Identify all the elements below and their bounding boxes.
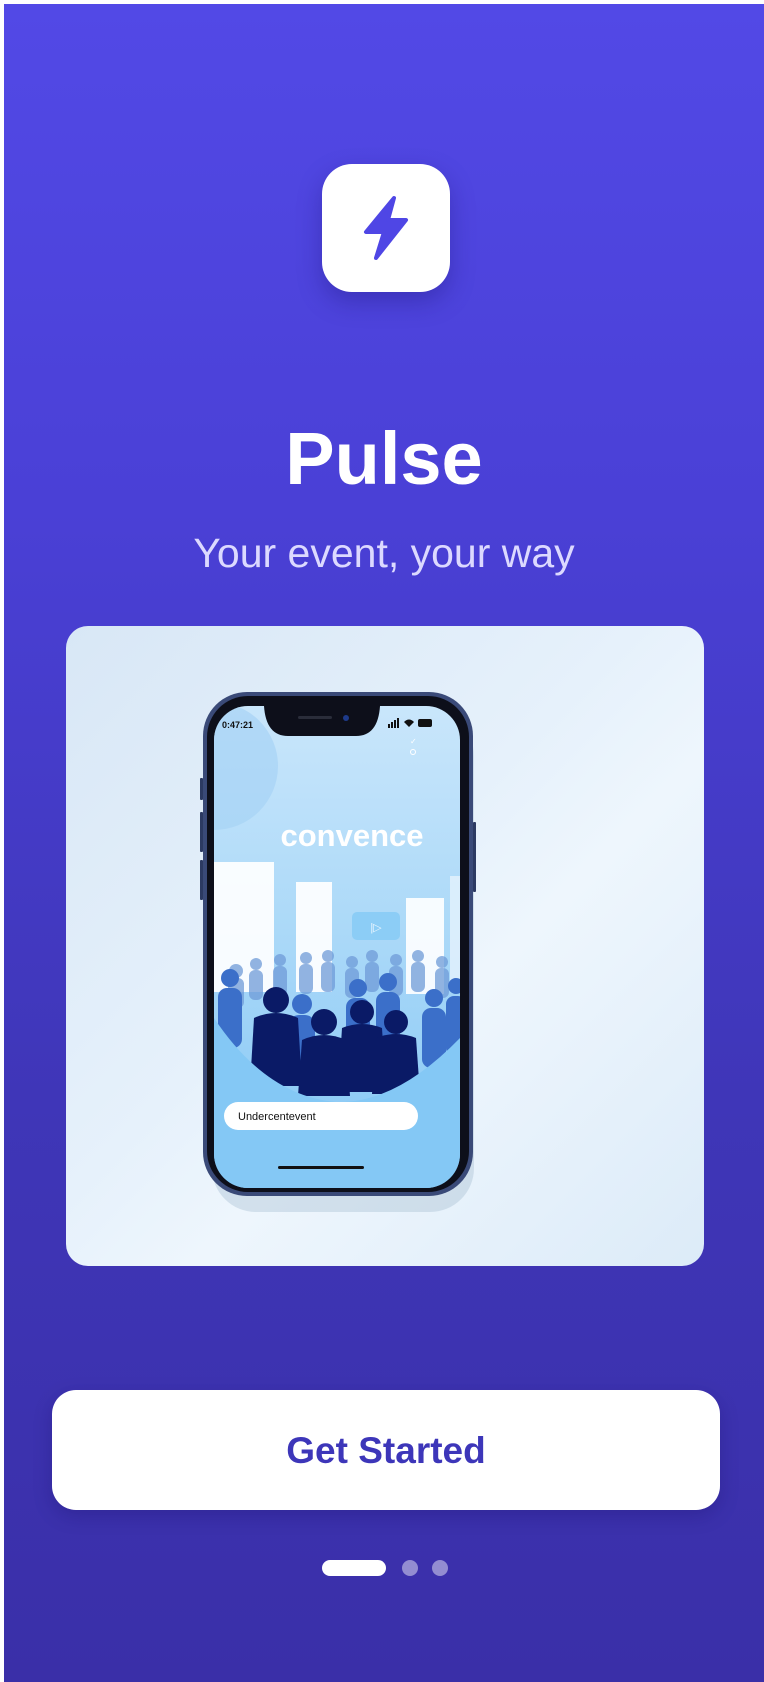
hero-illustration-card: |▷ convence 0:47:21 ✓ Undercentevent [66, 626, 704, 1266]
app-title: Pulse [285, 417, 483, 500]
get-started-button[interactable]: Get Started [52, 1390, 720, 1510]
onboarding-screen: Pulse Your event, your way |▷ convence 0… [4, 4, 764, 1682]
lightning-bolt-icon [364, 196, 408, 260]
phone-mockup-illustration: |▷ convence 0:47:21 ✓ Undercentevent [200, 692, 476, 1212]
page-dot[interactable] [432, 1560, 448, 1576]
svg-text:✓: ✓ [410, 737, 417, 746]
app-logo [322, 164, 450, 292]
phone-headline: convence [280, 818, 423, 853]
play-icon: |▷ [370, 922, 382, 934]
phone-status-time: 0:47:21 [222, 720, 253, 730]
phone-search-field: Undercentevent [238, 1111, 316, 1123]
page-indicator [4, 1558, 764, 1578]
page-dot-active[interactable] [322, 1560, 386, 1576]
page-dot[interactable] [402, 1560, 418, 1576]
app-subtitle: Your event, your way [193, 530, 575, 576]
